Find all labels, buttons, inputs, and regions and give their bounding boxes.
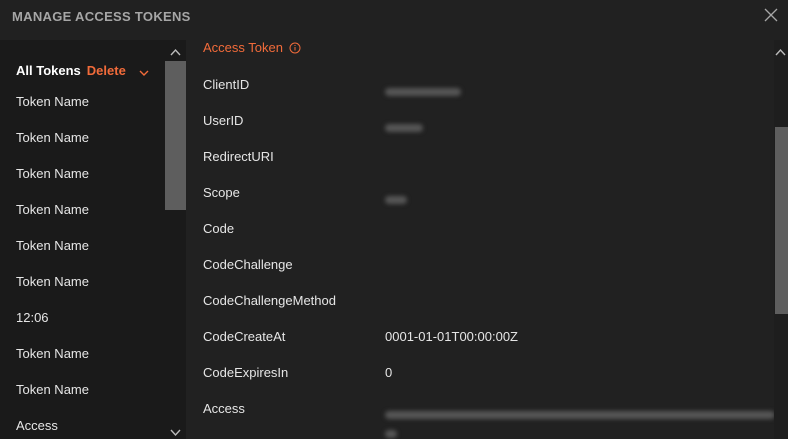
token-list-item[interactable]: Token Name [0, 84, 165, 120]
token-list-item[interactable]: Token Name [0, 192, 165, 228]
modal-title: MANAGE ACCESS TOKENS [12, 9, 191, 24]
field-row-code: Code [203, 221, 763, 241]
details-scrollbar-thumb[interactable] [775, 127, 788, 314]
sidebar-header: All Tokens Delete [16, 63, 149, 78]
chevron-down-icon[interactable] [139, 66, 149, 76]
field-row-codecreateat: CodeCreateAt 0001-01-01T00:00:00Z [203, 329, 763, 349]
token-list-item[interactable]: Access [0, 408, 165, 439]
sidebar-scrollbar[interactable] [165, 40, 186, 439]
token-list-item[interactable]: Token Name [0, 336, 165, 372]
field-row-access: Access [203, 401, 774, 438]
field-label: RedirectURI [203, 149, 274, 164]
field-value: 0001-01-01T00:00:00Z [385, 329, 518, 344]
modal-header: MANAGE ACCESS TOKENS [0, 0, 788, 40]
field-row-userid: UserID [203, 113, 763, 133]
sidebar-scrollbar-thumb[interactable] [165, 61, 186, 210]
field-label: CodeChallengeMethod [203, 293, 336, 308]
token-list-item[interactable]: Token Name [0, 372, 165, 408]
access-token-title: Access Token [203, 40, 283, 55]
token-list-item[interactable]: Token Name [0, 156, 165, 192]
chevron-up-icon[interactable] [170, 45, 181, 56]
delete-button[interactable]: Delete [87, 63, 126, 78]
field-label: CodeExpiresIn [203, 365, 289, 380]
token-list-item[interactable]: Token Name [0, 264, 165, 300]
field-label: Scope [203, 185, 240, 200]
token-list-item[interactable]: 12:06 [0, 300, 165, 336]
field-row-codechallenge: CodeChallenge [203, 257, 763, 277]
token-list: Token Name Token Name Token Name Token N… [0, 84, 165, 439]
field-value-redacted [385, 119, 423, 134]
details-scrollbar[interactable] [774, 40, 788, 439]
field-row-codechallengemethod: CodeChallengeMethod [203, 293, 763, 313]
field-value-redacted [385, 191, 407, 206]
field-label: Code [203, 221, 235, 236]
field-value: 0 [385, 365, 393, 380]
field-row-redirecturi: RedirectURI [203, 149, 763, 169]
field-label: UserID [203, 113, 244, 128]
access-token-heading: Access Token [203, 40, 301, 55]
field-label: Access [203, 401, 245, 416]
field-value-redacted [385, 83, 461, 98]
field-label: ClientID [203, 77, 250, 92]
field-row-scope: Scope [203, 185, 763, 205]
token-list-item[interactable]: Token Name [0, 228, 165, 264]
chevron-down-icon[interactable] [170, 425, 181, 437]
field-label: CodeCreateAt [203, 329, 286, 344]
token-details: Access Token ClientID UserID RedirectURI… [186, 40, 774, 439]
field-value-redacted [385, 406, 774, 438]
field-label: CodeChallenge [203, 257, 293, 272]
info-icon[interactable] [289, 42, 301, 54]
field-row-codeexpiresin: CodeExpiresIn 0 [203, 365, 763, 385]
close-icon[interactable] [764, 8, 778, 22]
token-list-item[interactable]: Token Name [0, 120, 165, 156]
chevron-up-icon[interactable] [775, 45, 786, 56]
field-row-clientid: ClientID [203, 77, 763, 97]
tokens-sidebar: All Tokens Delete Token Name Token Name … [0, 40, 186, 439]
manage-access-tokens-modal: MANAGE ACCESS TOKENS All Tokens Delete T… [0, 0, 788, 439]
all-tokens-label: All Tokens [16, 63, 81, 78]
